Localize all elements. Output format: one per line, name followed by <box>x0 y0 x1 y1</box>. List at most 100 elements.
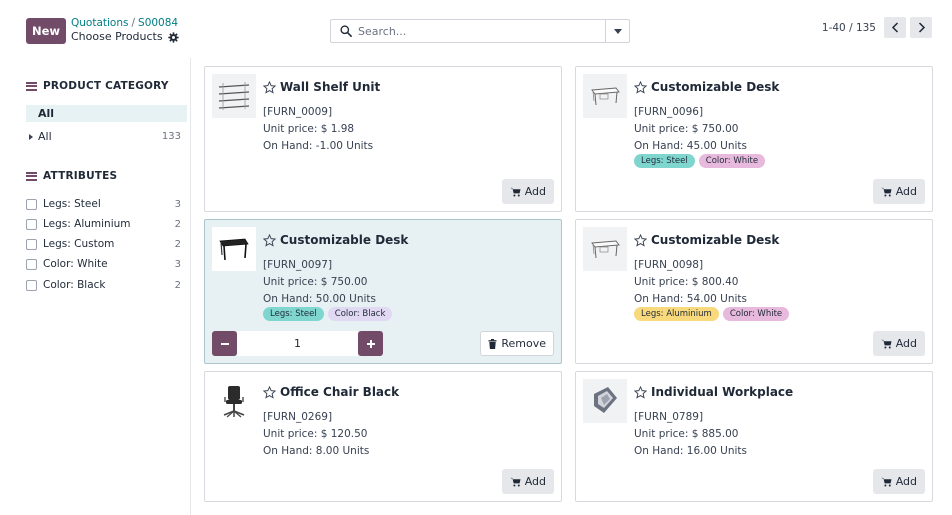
tag-color-black: Color: Black <box>327 307 393 321</box>
product-image <box>583 74 627 118</box>
category-item-all[interactable]: All 133 <box>26 128 187 145</box>
breadcrumb-quotations-link[interactable]: Quotations <box>71 17 128 29</box>
pager-next-button[interactable] <box>910 17 932 38</box>
breadcrumb-order-link[interactable]: S00084 <box>138 17 178 29</box>
desk-black-image <box>219 238 249 261</box>
product-image <box>212 379 256 423</box>
attribute-filter-legs-custom[interactable]: Legs: Custom 2 <box>26 236 187 252</box>
tag-legs-steel: Legs: Steel <box>263 307 324 321</box>
remove-button[interactable]: Remove <box>480 331 554 356</box>
add-button-label: Add <box>895 475 917 488</box>
star-icon[interactable] <box>263 385 276 399</box>
new-button[interactable]: New <box>26 18 66 44</box>
product-card[interactable]: Individual Workplace [FURN_0789] Unit pr… <box>575 371 933 502</box>
cart-icon <box>510 477 521 486</box>
attribute-tags: Legs: Steel Color: White <box>634 154 766 168</box>
increase-quantity-button[interactable] <box>358 331 383 356</box>
product-price: Unit price: $ 750.00 <box>634 123 739 135</box>
product-on-hand: On Hand: 54.00 Units <box>634 293 748 305</box>
quantity-input[interactable] <box>237 331 358 356</box>
category-count: 133 <box>161 131 181 142</box>
tag-legs-aluminium: Legs: Aluminium <box>634 307 719 321</box>
product-card[interactable]: Wall Shelf Unit [FURN_0009] Unit price: … <box>204 66 562 212</box>
checkbox[interactable] <box>26 238 37 250</box>
search-options-toggle[interactable] <box>605 20 629 42</box>
chevron-left-icon <box>891 22 898 33</box>
checkbox[interactable] <box>26 218 37 230</box>
search-bar <box>330 19 630 43</box>
attribute-count: 3 <box>174 258 181 270</box>
attribute-tags: Legs: Aluminium Color: White <box>634 307 790 321</box>
tag-color-white: Color: White <box>698 154 766 168</box>
star-icon[interactable] <box>263 80 276 94</box>
cart-icon <box>881 477 892 486</box>
product-name: Customizable Desk <box>651 233 780 247</box>
search-panel: PRODUCT CATEGORY All All 133 ATTRIBUTES … <box>12 58 191 515</box>
product-reference: [FURN_0097] <box>263 259 333 271</box>
product-card-selected[interactable]: Customizable Desk [FURN_0097] Unit price… <box>204 219 562 364</box>
category-label: All <box>38 107 55 120</box>
attribute-filter-color-black[interactable]: Color: Black 2 <box>26 277 187 293</box>
checkbox[interactable] <box>26 279 37 291</box>
attribute-count: 2 <box>174 238 181 250</box>
product-image <box>212 227 256 271</box>
star-icon[interactable] <box>634 385 647 399</box>
add-button[interactable]: Add <box>501 469 554 494</box>
star-icon[interactable] <box>263 233 276 247</box>
add-button[interactable]: Add <box>872 469 925 494</box>
list-icon <box>26 171 37 181</box>
product-price: Unit price: $ 120.50 <box>263 428 368 440</box>
product-name: Individual Workplace <box>651 385 794 399</box>
product-category-header: PRODUCT CATEGORY <box>26 80 169 92</box>
add-button[interactable]: Add <box>872 179 925 204</box>
control-panel: New Quotations/S00084 Choose Products <box>0 0 952 58</box>
tag-legs-steel: Legs: Steel <box>634 154 695 168</box>
product-card[interactable]: Customizable Desk [FURN_0098] Unit price… <box>575 219 933 364</box>
product-price: Unit price: $ 750.00 <box>263 276 368 288</box>
product-reference: [FURN_0789] <box>634 411 704 423</box>
breadcrumb-separator: / <box>131 17 136 29</box>
desk-white-image <box>591 87 620 106</box>
product-card[interactable]: Customizable Desk [FURN_0096] Unit price… <box>575 66 933 212</box>
product-reference: [FURN_0269] <box>263 411 333 423</box>
attribute-filter-legs-steel[interactable]: Legs: Steel 3 <box>26 196 187 212</box>
add-button[interactable]: Add <box>501 179 554 204</box>
category-label: All <box>38 130 52 143</box>
gear-icon[interactable] <box>167 31 179 43</box>
product-price: Unit price: $ 885.00 <box>634 428 739 440</box>
caret-right-icon[interactable] <box>29 133 33 140</box>
category-item-all-selected[interactable]: All <box>26 105 187 122</box>
add-button[interactable]: Add <box>872 331 925 356</box>
chevron-right-icon <box>918 22 925 33</box>
tag-color-white: Color: White <box>722 307 790 321</box>
decrease-quantity-button[interactable] <box>212 331 237 356</box>
add-button-label: Add <box>524 475 546 488</box>
plus-icon <box>366 339 375 348</box>
attribute-filter-color-white[interactable]: Color: White 3 <box>26 256 187 272</box>
add-button-label: Add <box>895 185 917 198</box>
add-button-label: Add <box>895 337 917 350</box>
star-icon[interactable] <box>634 80 647 94</box>
cart-icon <box>881 339 892 348</box>
attribute-label: Color: Black <box>43 279 106 291</box>
product-name: Customizable Desk <box>651 80 780 94</box>
product-image <box>583 379 627 423</box>
pager-previous-button[interactable] <box>884 17 906 38</box>
remove-button-label: Remove <box>501 337 546 350</box>
checkbox[interactable] <box>26 258 37 270</box>
pager: 1-40 / 135 <box>822 17 932 38</box>
product-on-hand: On Hand: 45.00 Units <box>634 140 748 152</box>
attribute-filter-legs-aluminium[interactable]: Legs: Aluminium 2 <box>26 216 187 232</box>
pager-value[interactable]: 1-40 / 135 <box>822 22 876 34</box>
checkbox[interactable] <box>26 198 37 210</box>
star-icon[interactable] <box>634 233 647 247</box>
product-price: Unit price: $ 800.40 <box>634 276 739 288</box>
list-icon <box>26 81 37 91</box>
attribute-label: Legs: Steel <box>43 198 101 210</box>
product-name: Wall Shelf Unit <box>280 80 381 94</box>
product-name: Office Chair Black <box>280 385 400 399</box>
minus-icon <box>220 342 229 345</box>
search-input[interactable] <box>358 24 605 38</box>
product-card[interactable]: Office Chair Black [FURN_0269] Unit pric… <box>204 371 562 502</box>
product-on-hand: On Hand: 8.00 Units <box>263 445 370 457</box>
